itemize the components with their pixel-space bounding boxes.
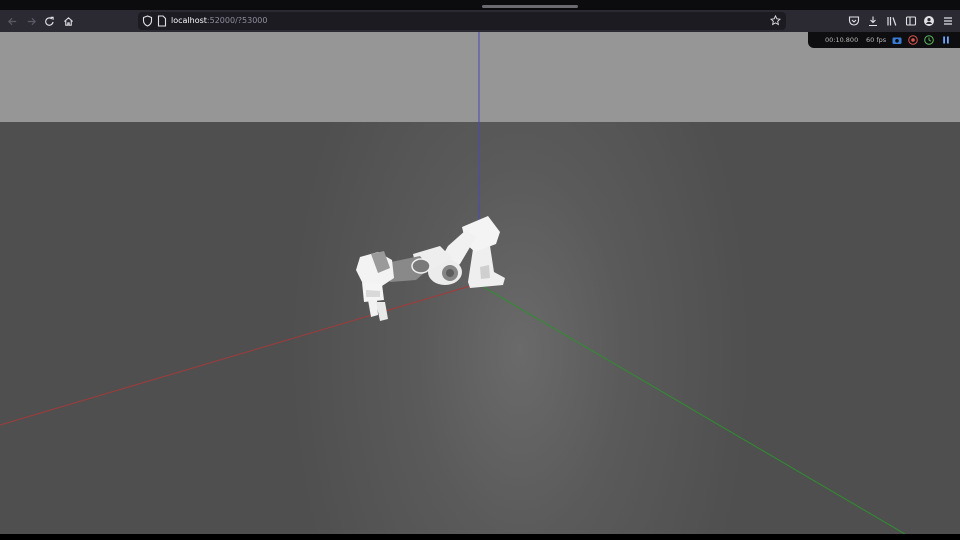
- url-bar[interactable]: localhost:52000/?53000: [138, 12, 786, 30]
- library-icon[interactable]: [886, 15, 898, 27]
- scene-canvas: [0, 32, 906, 534]
- realtime-icon[interactable]: [924, 35, 934, 45]
- pause-icon[interactable]: [941, 35, 951, 45]
- url-text[interactable]: localhost:52000/?53000: [171, 15, 267, 27]
- window-drag-handle[interactable]: [482, 5, 578, 8]
- fps-readout: 60 fps: [866, 36, 887, 44]
- url-path: :52000/?53000: [206, 16, 268, 25]
- y-axis-line: [479, 284, 906, 534]
- shield-icon[interactable]: [142, 15, 153, 27]
- forward-arrow-icon[interactable]: [22, 10, 40, 32]
- account-icon[interactable]: [923, 15, 935, 27]
- camera-icon[interactable]: [892, 35, 902, 45]
- sim-time-readout: 00:10.800: [825, 36, 859, 44]
- robot-arm: [356, 216, 505, 321]
- viewer-stats-panel: 00:10.800 60 fps: [808, 32, 960, 48]
- x-axis-line: [0, 285, 471, 426]
- pocket-icon[interactable]: [848, 15, 860, 27]
- back-arrow-icon[interactable]: [3, 10, 21, 32]
- home-icon[interactable]: [59, 10, 77, 32]
- sidebar-icon[interactable]: [905, 15, 917, 27]
- window-top-strip: [0, 0, 960, 10]
- reload-icon[interactable]: [40, 10, 58, 32]
- download-icon[interactable]: [867, 15, 879, 27]
- url-host: localhost: [171, 16, 207, 25]
- hamburger-menu-icon[interactable]: [942, 15, 954, 27]
- 3d-viewport[interactable]: [0, 32, 960, 534]
- browser-toolbar: localhost:52000/?53000: [0, 10, 960, 32]
- page-icon: [157, 15, 167, 27]
- robot-finger-right: [376, 302, 388, 321]
- window-bottom-edge: [0, 534, 960, 540]
- record-icon[interactable]: [908, 35, 918, 45]
- star-icon[interactable]: [770, 15, 781, 26]
